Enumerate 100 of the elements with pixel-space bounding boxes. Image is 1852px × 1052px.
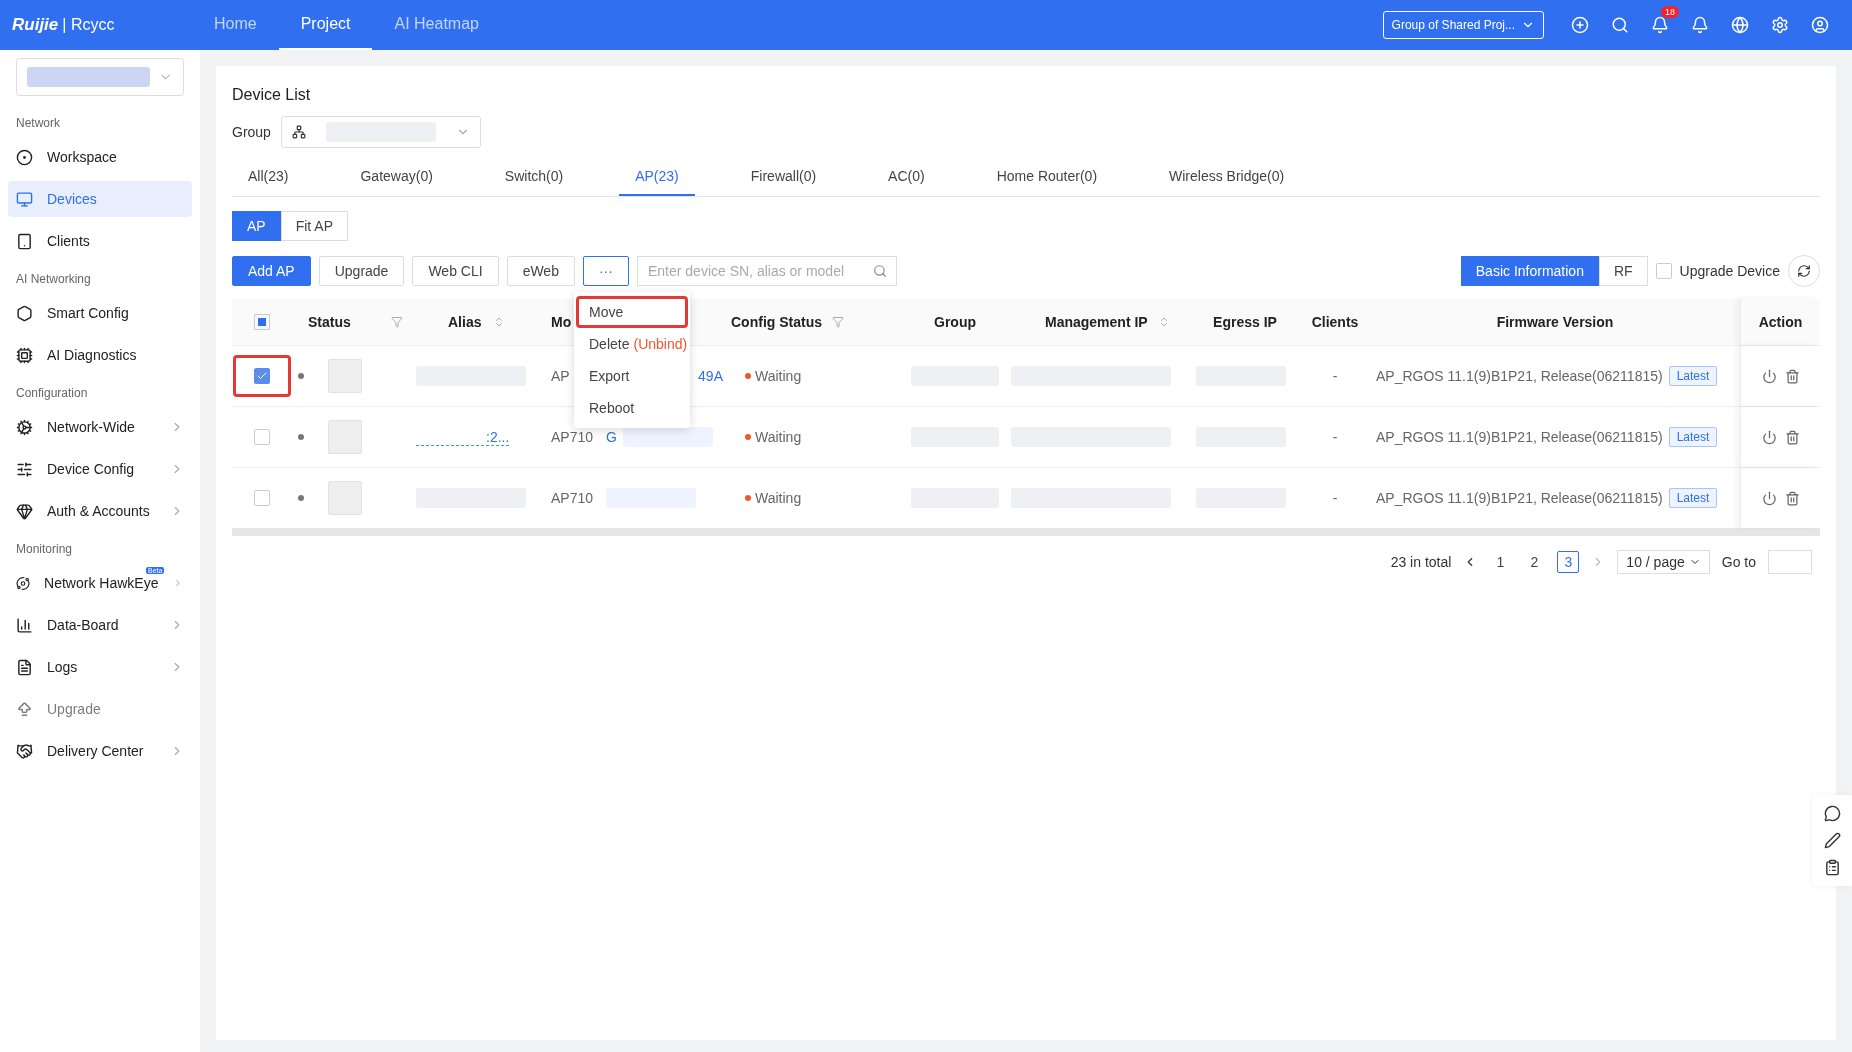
bell-icon[interactable] — [1691, 16, 1709, 34]
search-field[interactable]: Enter device SN, alias or model — [636, 256, 897, 286]
sidebar-item[interactable]: Logs — [8, 649, 192, 685]
device-tab[interactable]: AP(23) — [619, 158, 695, 196]
nav-tab[interactable]: Project — [278, 0, 373, 50]
sidebar-icon — [16, 346, 33, 364]
app-logo: Ruijie | Rcycc — [12, 15, 116, 35]
notification-icon[interactable] — [1651, 16, 1669, 34]
upgrade-device-label: Upgrade Device — [1679, 263, 1780, 279]
firmware-cell: AP_RGOS 11.1(9)B1P21, Release(06211815) — [1376, 490, 1663, 506]
device-tab[interactable]: AC(0) — [872, 158, 941, 196]
sidebar-item[interactable]: Network-Wide — [8, 409, 192, 445]
toolbar-button[interactable]: Upgrade — [318, 256, 405, 286]
goto-label: Go to — [1721, 554, 1756, 570]
toolbar-button[interactable]: eWeb — [506, 256, 575, 286]
column-header[interactable]: Egress IP — [1190, 314, 1300, 330]
sidebar-item[interactable]: Clients — [8, 223, 192, 259]
chat-icon[interactable] — [1823, 805, 1841, 822]
sn-link[interactable]: 49A — [698, 368, 723, 384]
view-tab[interactable]: Basic Information — [1460, 256, 1599, 286]
search-icon[interactable] — [1611, 16, 1629, 34]
model-cell: AP710 — [551, 429, 594, 445]
clipboard-icon[interactable] — [1823, 859, 1841, 876]
notification-badge: 18 — [1661, 6, 1679, 18]
column-header[interactable]: Group — [905, 314, 1005, 330]
device-tab[interactable]: Switch(0) — [488, 158, 580, 196]
sidebar-item[interactable]: Devices — [8, 181, 192, 217]
sidebar-icon — [16, 460, 33, 478]
select-all-checkbox[interactable] — [254, 314, 270, 330]
menu-item[interactable]: Reboot — [576, 392, 688, 424]
total-count: 23 in total — [1390, 554, 1452, 570]
status-dot — [298, 434, 304, 440]
page-size-select[interactable]: 10 / page — [1617, 550, 1710, 574]
delete-icon[interactable] — [1784, 429, 1800, 445]
settings-icon[interactable] — [1771, 16, 1789, 34]
page-number[interactable]: 1 — [1489, 551, 1512, 573]
device-tab[interactable]: Gateway(0) — [344, 158, 449, 196]
row-checkbox[interactable] — [254, 490, 270, 506]
goto-field[interactable] — [1768, 550, 1812, 574]
status-dot — [298, 373, 304, 379]
sidebar-icon — [16, 658, 33, 676]
column-header[interactable]: Alias — [410, 314, 545, 330]
config-status: Waiting — [745, 490, 802, 506]
section-title: Configuration — [15, 385, 89, 402]
device-tab[interactable]: Wireless Bridge(0) — [1153, 158, 1301, 196]
device-image — [328, 481, 362, 515]
page-number[interactable]: 3 — [1557, 551, 1580, 573]
search-icon[interactable] — [872, 264, 887, 278]
column-header[interactable]: Management IP — [1005, 314, 1190, 330]
sn-link[interactable]: G — [606, 429, 617, 445]
user-icon[interactable] — [1811, 16, 1829, 34]
sidebar-item[interactable]: Delivery Center — [8, 733, 192, 769]
section-title: Network — [15, 115, 61, 132]
sidebar-icon — [16, 190, 33, 208]
power-icon[interactable] — [1761, 368, 1777, 384]
type-tab[interactable]: Fit AP — [280, 211, 349, 241]
menu-item[interactable]: Move — [576, 296, 688, 328]
alias-link[interactable]: :2... — [416, 428, 510, 446]
firmware-cell: AP_RGOS 11.1(9)B1P21, Release(06211815) — [1376, 429, 1663, 445]
toolbar-button[interactable]: Web CLI — [412, 256, 499, 286]
delete-icon[interactable] — [1784, 368, 1800, 384]
upgrade-device-checkbox[interactable] — [1655, 263, 1672, 279]
project-field[interactable] — [16, 58, 184, 96]
view-tab[interactable]: RF — [1598, 256, 1648, 286]
row-checkbox[interactable] — [254, 429, 270, 445]
column-header[interactable]: Status — [292, 314, 410, 330]
sidebar-icon — [16, 742, 33, 760]
sidebar-item[interactable]: Data-Board — [8, 607, 192, 643]
delete-icon[interactable] — [1784, 490, 1800, 506]
sidebar-item[interactable]: AI Diagnostics — [8, 337, 192, 373]
pen-icon[interactable] — [1823, 832, 1841, 849]
add-icon[interactable] — [1571, 16, 1589, 34]
column-header[interactable]: Firmware Version — [1370, 314, 1740, 330]
type-tab[interactable]: AP — [232, 211, 281, 241]
menu-item[interactable]: Export — [576, 360, 688, 392]
page-title: Device List — [232, 86, 312, 104]
device-image — [328, 359, 362, 393]
firmware-cell: AP_RGOS 11.1(9)B1P21, Release(06211815) — [1376, 368, 1663, 384]
device-tab[interactable]: Firewall(0) — [734, 158, 833, 196]
toolbar-button[interactable]: Add AP — [232, 256, 311, 286]
globe-icon[interactable] — [1731, 16, 1749, 34]
column-header: Action — [1758, 314, 1803, 330]
power-icon[interactable] — [1761, 429, 1777, 445]
power-icon[interactable] — [1761, 490, 1777, 506]
device-image — [328, 420, 362, 454]
sidebar-item[interactable]: Smart Config — [8, 295, 192, 331]
page-number[interactable]: 2 — [1523, 551, 1546, 573]
column-header[interactable]: Clients — [1300, 314, 1370, 330]
clients-cell: - — [1332, 368, 1338, 384]
section-title: AI Networking — [15, 271, 92, 288]
device-tab[interactable]: Home Router(0) — [980, 158, 1114, 196]
device-tab[interactable]: All(23) — [232, 158, 305, 196]
column-header[interactable]: Config Status — [725, 314, 905, 330]
row-checkbox[interactable] — [254, 368, 270, 384]
more-button[interactable]: ··· — [582, 256, 629, 286]
sidebar-item[interactable]: Auth & Accounts — [8, 493, 192, 529]
sidebar-item[interactable]: Workspace — [8, 139, 192, 175]
menu-item[interactable]: Delete (Unbind) — [576, 328, 688, 360]
project-select[interactable]: Group of Shared Proj... — [1382, 11, 1544, 39]
sidebar-item[interactable]: Device Config — [8, 451, 192, 487]
